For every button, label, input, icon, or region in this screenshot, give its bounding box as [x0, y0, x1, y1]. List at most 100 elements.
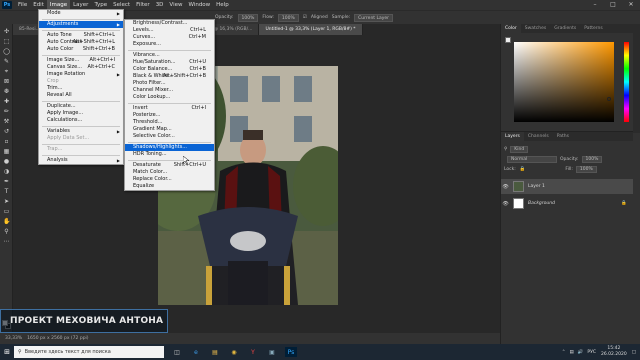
menu-item-brightness-contrast[interactable]: Brightness/Contrast... [125, 20, 214, 27]
menu-window[interactable]: Window [185, 0, 213, 10]
rectangle-tool-icon[interactable]: ▭ [3, 208, 10, 215]
tab-document-active[interactable]: Untitled-1 @ 33,3% (Layer 1, RGB/8#) * [259, 24, 363, 35]
color-picker-field[interactable] [514, 42, 614, 122]
eye-icon[interactable]: 👁 [501, 184, 510, 190]
menu-item-variables[interactable]: Variables ▶ [39, 128, 123, 135]
store-icon[interactable]: ▣ [266, 347, 278, 357]
maximize-icon[interactable]: □ [604, 0, 622, 10]
file-explorer-icon[interactable]: ▤ [209, 347, 221, 357]
close-icon[interactable]: ✕ [622, 0, 640, 10]
healing-brush-tool-icon[interactable]: ✚ [3, 98, 10, 105]
lock-icon[interactable]: 🔒 [520, 167, 526, 172]
menu-item-calculations[interactable]: Calculations... [39, 117, 123, 124]
menu-item-reveal-all[interactable]: Reveal All [39, 92, 123, 99]
tab-channels[interactable]: Channels [524, 132, 553, 141]
menu-item-equalize[interactable]: Equalize [125, 183, 214, 190]
tab-paths[interactable]: Paths [553, 132, 573, 141]
history-brush-tool-icon[interactable]: ↺ [3, 128, 10, 135]
notification-area-icon[interactable]: ⌃ [562, 350, 566, 355]
tab-color[interactable]: Color [501, 24, 521, 33]
color-picker-marker[interactable] [607, 97, 611, 101]
menu-item-match-color[interactable]: Match Color... [125, 169, 214, 176]
menu-item-invert[interactable]: Invert Ctrl+I [125, 105, 214, 112]
dodge-tool-icon[interactable]: ◑ [3, 168, 10, 175]
menu-item-curves[interactable]: Curves... Ctrl+M [125, 34, 214, 41]
menu-item-auto-color[interactable]: Auto Color Shift+Ctrl+B [39, 46, 123, 53]
menu-item-desaturate[interactable]: Desaturate Shift+Ctrl+U [125, 162, 214, 169]
menu-item-analysis[interactable]: Analysis ▶ [39, 157, 123, 164]
menu-item-vibrance[interactable]: Vibrance... [125, 52, 214, 59]
menu-filter[interactable]: Filter [133, 0, 153, 10]
hue-slider[interactable] [624, 42, 629, 122]
tab-layers[interactable]: Layers [501, 132, 524, 141]
menu-item-black-white[interactable]: Black & White... Alt+Shift+Ctrl+B [125, 73, 214, 80]
clone-stamp-tool-icon[interactable]: ⚒ [3, 118, 10, 125]
clock[interactable]: 15:42 26.02.2020 [601, 346, 627, 358]
menu-help[interactable]: Help [213, 0, 232, 10]
zoom-tool-icon[interactable]: ⚲ [3, 228, 10, 235]
network-icon[interactable]: ▤ [569, 350, 573, 355]
more-tools-icon[interactable]: ⋯ [3, 238, 10, 245]
menu-item-threshold[interactable]: Threshold... [125, 119, 214, 126]
action-center-icon[interactable]: □ [632, 350, 636, 355]
windows-start-icon[interactable]: ⊞ [0, 344, 14, 360]
aligned-checkbox[interactable]: ☑ [303, 15, 307, 20]
sample-select[interactable]: Current Layer [354, 13, 394, 22]
layer-row-layer1[interactable]: 👁 Layer 1 [501, 179, 633, 194]
menu-item-adjustments[interactable]: Adjustments ▶ [39, 21, 123, 28]
layer-row-background[interactable]: 👁 Background 🔒 [501, 196, 633, 211]
menu-item-shadows-highlights[interactable]: Shadows/Highlights... [125, 144, 214, 151]
menu-item-image-rotation[interactable]: Image Rotation ▶ [39, 71, 123, 78]
tab-swatches[interactable]: Swatches [521, 24, 551, 33]
hand-tool-icon[interactable]: ✋ [3, 218, 10, 225]
menu-item-color-balance[interactable]: Color Balance... Ctrl+B [125, 66, 214, 73]
menu-item-hue-saturation[interactable]: Hue/Saturation... Ctrl+U [125, 59, 214, 66]
menu-item-trim[interactable]: Trim... [39, 85, 123, 92]
flow-field[interactable]: 100% [277, 13, 299, 22]
zoom-level[interactable]: 33,33% [5, 336, 22, 341]
menu-item-image-size[interactable]: Image Size... Alt+Ctrl+I [39, 57, 123, 64]
crop-tool-icon[interactable]: ⌖ [3, 68, 10, 75]
menu-item-canvas-size[interactable]: Canvas Size... Alt+Ctrl+C [39, 64, 123, 71]
layer-opacity-field[interactable]: 100% [581, 155, 603, 163]
move-tool-icon[interactable]: ✣ [3, 28, 10, 35]
yandex-icon[interactable]: Y [247, 347, 259, 357]
menu-item-color-lookup[interactable]: Color Lookup... [125, 94, 214, 101]
menu-item-auto-contrast[interactable]: Auto Contrast Alt+Shift+Ctrl+L [39, 39, 123, 46]
menu-item-selective-color[interactable]: Selective Color... [125, 133, 214, 140]
menu-file[interactable]: File [15, 0, 30, 10]
gradient-tool-icon[interactable]: ▦ [3, 148, 10, 155]
menu-3d[interactable]: 3D [153, 0, 167, 10]
menu-view[interactable]: View [166, 0, 185, 10]
menu-item-levels[interactable]: Levels... Ctrl+L [125, 27, 214, 34]
pen-tool-icon[interactable]: ✒ [3, 178, 10, 185]
taskbar-search-input[interactable]: ⚲ Введите здесь текст для поиска [14, 346, 164, 358]
marquee-tool-icon[interactable]: ⬚ [3, 38, 10, 45]
tab-patterns[interactable]: Patterns [580, 24, 607, 33]
quick-select-tool-icon[interactable]: ✎ [3, 58, 10, 65]
chrome-icon[interactable]: ◉ [228, 347, 240, 357]
frame-tool-icon[interactable]: ⊠ [3, 78, 10, 85]
menu-item-apply-image[interactable]: Apply Image... [39, 110, 123, 117]
task-view-icon[interactable]: ◫ [171, 347, 183, 357]
photoshop-taskbar-icon[interactable]: Ps [285, 347, 297, 357]
menu-item-posterize[interactable]: Posterize... [125, 112, 214, 119]
language-indicator[interactable]: РУС [587, 350, 596, 355]
blend-mode-select[interactable]: Normal [507, 155, 557, 163]
lasso-tool-icon[interactable]: ◯ [3, 48, 10, 55]
menu-item-channel-mixer[interactable]: Channel Mixer... [125, 87, 214, 94]
color-panel-foreground-swatch[interactable] [505, 37, 511, 43]
fill-field[interactable]: 100% [575, 165, 597, 173]
type-tool-icon[interactable]: T [3, 188, 10, 195]
minimize-icon[interactable]: – [586, 0, 604, 10]
layer-kind-filter[interactable]: Kind [510, 145, 529, 153]
brush-tool-icon[interactable]: ✏ [3, 108, 10, 115]
eyedropper-tool-icon[interactable]: ❆ [3, 88, 10, 95]
menu-item-duplicate[interactable]: Duplicate... [39, 103, 123, 110]
path-selection-tool-icon[interactable]: ➤ [3, 198, 10, 205]
blur-tool-icon[interactable]: ● [3, 158, 10, 165]
eraser-tool-icon[interactable]: ▫ [3, 138, 10, 145]
menu-item-photo-filter[interactable]: Photo Filter... [125, 80, 214, 87]
volume-icon[interactable]: 🔊 [578, 350, 584, 355]
eye-icon[interactable]: 👁 [501, 201, 510, 207]
